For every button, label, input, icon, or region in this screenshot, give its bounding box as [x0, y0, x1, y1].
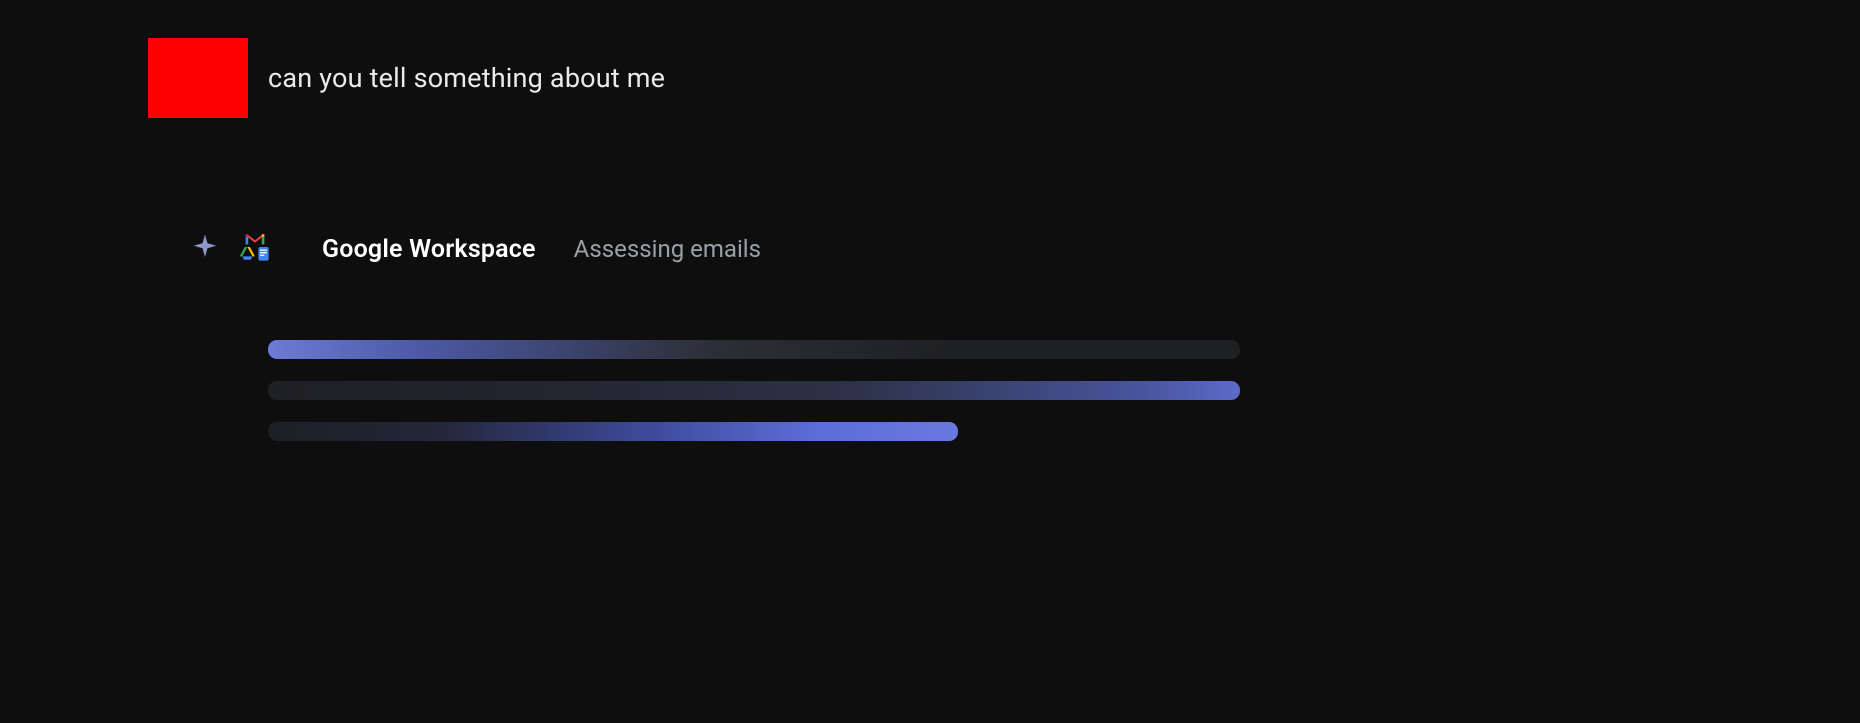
loading-placeholder [268, 340, 1240, 441]
loading-bar [268, 381, 1240, 400]
chat-thread: can you tell something about me [0, 0, 1860, 441]
assistant-status-subtitle: Assessing emails [574, 235, 761, 263]
sparkle-icon [190, 232, 220, 266]
user-message-row: can you tell something about me [148, 38, 1760, 118]
user-message-text: can you tell something about me [268, 38, 665, 118]
assistant-status-row: Google Workspace Assessing emails [190, 230, 1760, 268]
assistant-status-title: Google Workspace [322, 235, 536, 264]
user-avatar [148, 38, 248, 118]
loading-bar [268, 422, 958, 441]
loading-bar [268, 340, 1240, 359]
workspace-apps-icon [238, 230, 272, 268]
